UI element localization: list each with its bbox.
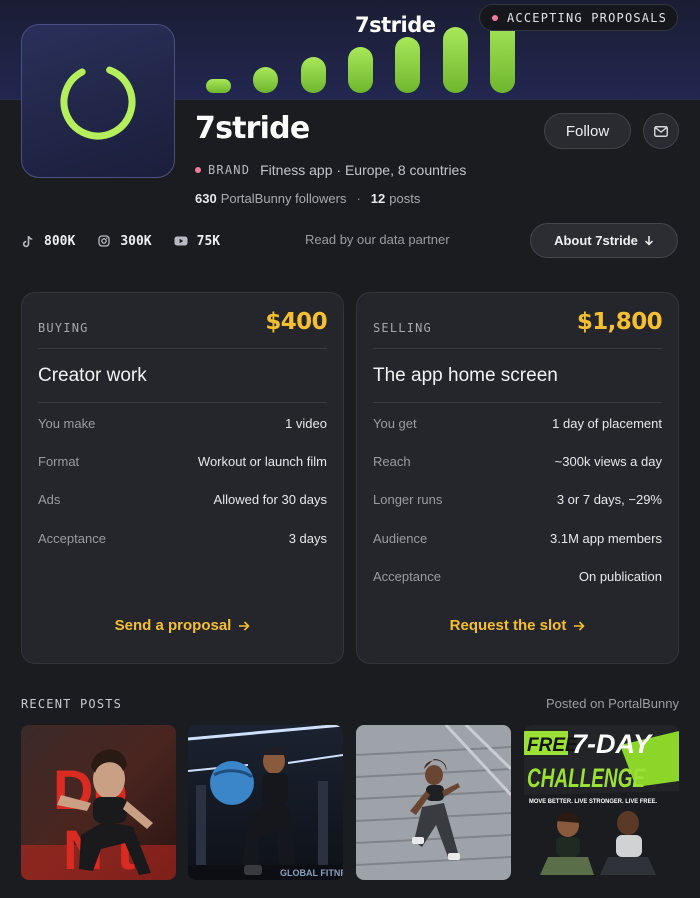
social-youtube[interactable]: 75K [174, 234, 220, 249]
posted-on-note: Posted on PortalBunny [546, 696, 679, 711]
detail-label: Format [38, 453, 80, 469]
detail-row: Audience 3.1M app members [373, 529, 662, 547]
detail-value: Workout or launch film [197, 453, 327, 469]
social-stats: 800K 300K 75K [21, 231, 242, 251]
banner-bar [348, 47, 373, 93]
detail-row: Longer runs 3 or 7 days, −29% [373, 490, 662, 508]
banner-bar [443, 27, 468, 93]
social-instagram[interactable]: 300K [97, 233, 152, 249]
divider [38, 402, 327, 403]
detail-row: Ads Allowed for 30 days [38, 490, 327, 508]
detail-label: Ads [38, 491, 61, 507]
recent-posts-heading: RECENT POSTS [21, 697, 123, 711]
divider [373, 402, 662, 403]
posts-label: posts [389, 190, 421, 206]
buying-title: Creator work [38, 365, 147, 386]
posts-count: 12 [370, 190, 386, 206]
status-dot [492, 14, 498, 21]
detail-label: You make [38, 415, 96, 431]
brand-description: Fitness app · Europe, 8 countries [260, 162, 467, 178]
post-thumbnail[interactable]: FREE 7-DAY CHALLENGE MOVE BETTER. LIVE S… [524, 725, 679, 880]
instagram-count: 300K [120, 233, 152, 249]
status-text: ACCEPTING PROPOSALS [507, 10, 668, 25]
detail-label: Audience [373, 530, 428, 546]
thumb-text-line: CHALLENGE [527, 763, 646, 793]
brand-meta: BRAND Fitness app · Europe, 8 countries [195, 161, 466, 179]
banner-wordmark: 7stride [355, 13, 436, 37]
divider [38, 348, 327, 349]
selling-price: $1,800 [576, 309, 663, 335]
detail-row: You get 1 day of placement [373, 414, 662, 432]
youtube-icon [174, 234, 188, 248]
data-partner-note: Read by our data partner [305, 232, 450, 247]
stats-separator: · [356, 190, 361, 206]
youtube-count: 75K [196, 233, 221, 249]
detail-value: 3.1M app members [550, 530, 662, 546]
divider [373, 348, 662, 349]
mail-icon [654, 125, 668, 137]
request-slot-link[interactable]: Request the slot [357, 617, 678, 634]
social-tiktok[interactable]: 800K [21, 234, 75, 249]
banner-bar [206, 79, 231, 93]
detail-value: Allowed for 30 days [213, 491, 327, 507]
arrow-right-icon [574, 620, 585, 631]
follower-stats: 630 PortalBunny followers · 12 posts [195, 189, 420, 207]
detail-value: ~300k views a day [554, 453, 662, 469]
followers-count: 630 [195, 190, 217, 206]
banner-bar [395, 37, 420, 93]
buying-kind: BUYING [38, 321, 89, 335]
post-thumbnail[interactable] [356, 725, 511, 880]
brand-logo [21, 24, 175, 178]
send-proposal-label: Send a proposal [114, 617, 232, 634]
brand-name: 7stride [195, 111, 310, 146]
brand-tag-dot [195, 167, 201, 173]
detail-value: 1 day of placement [552, 415, 662, 431]
detail-row: Acceptance 3 days [38, 529, 327, 547]
detail-row: Acceptance On publication [373, 567, 662, 585]
arrow-right-icon [239, 620, 250, 631]
selling-card: SELLING $1,800 The app home screen You g… [356, 292, 679, 664]
detail-label: You get [373, 415, 417, 431]
detail-label: Acceptance [38, 530, 106, 546]
instagram-icon [97, 234, 111, 248]
follow-button[interactable]: Follow [544, 113, 631, 149]
detail-value: 3 days [288, 530, 327, 546]
svg-text:GLOBAL FITNESS: GLOBAL FITNESS [280, 868, 343, 878]
thumb-text-line: MOVE BETTER. LIVE STRONGER. LIVE FREE. [529, 799, 657, 805]
request-slot-label: Request the slot [449, 617, 567, 634]
arrow-down-icon [644, 236, 653, 246]
send-proposal-link[interactable]: Send a proposal [22, 617, 343, 634]
buying-price: $400 [265, 309, 327, 335]
buying-card: BUYING $400 Creator work You make 1 vide… [21, 292, 344, 664]
about-label: About 7stride [554, 233, 638, 248]
status-badge: ACCEPTING PROPOSALS [479, 4, 678, 31]
selling-title: The app home screen [373, 365, 558, 386]
ring-logo-icon [60, 64, 136, 140]
tiktok-icon [21, 234, 35, 248]
about-button[interactable]: About 7stride [530, 223, 678, 258]
detail-label: Reach [373, 453, 411, 469]
banner-bar [253, 67, 278, 93]
tiktok-count: 800K [44, 233, 76, 249]
followers-label: PortalBunny followers [220, 190, 347, 206]
selling-kind: SELLING [373, 321, 432, 335]
brand-tag: BRAND [208, 163, 251, 177]
thumb-text-line: 7-DAY [572, 729, 654, 759]
detail-row: You make 1 video [38, 414, 327, 432]
detail-value: 1 video [285, 415, 327, 431]
detail-label: Longer runs [373, 491, 443, 507]
banner-bar [301, 57, 326, 93]
post-thumbnail[interactable]: Do N't [21, 725, 176, 880]
detail-label: Acceptance [373, 568, 441, 584]
message-button[interactable] [643, 113, 679, 149]
detail-row: Format Workout or launch film [38, 452, 327, 470]
detail-row: Reach ~300k views a day [373, 452, 662, 470]
post-thumbnail[interactable]: GLOBAL FITNESS [188, 725, 343, 880]
detail-value: 3 or 7 days, −29% [556, 491, 662, 507]
detail-value: On publication [578, 568, 662, 584]
